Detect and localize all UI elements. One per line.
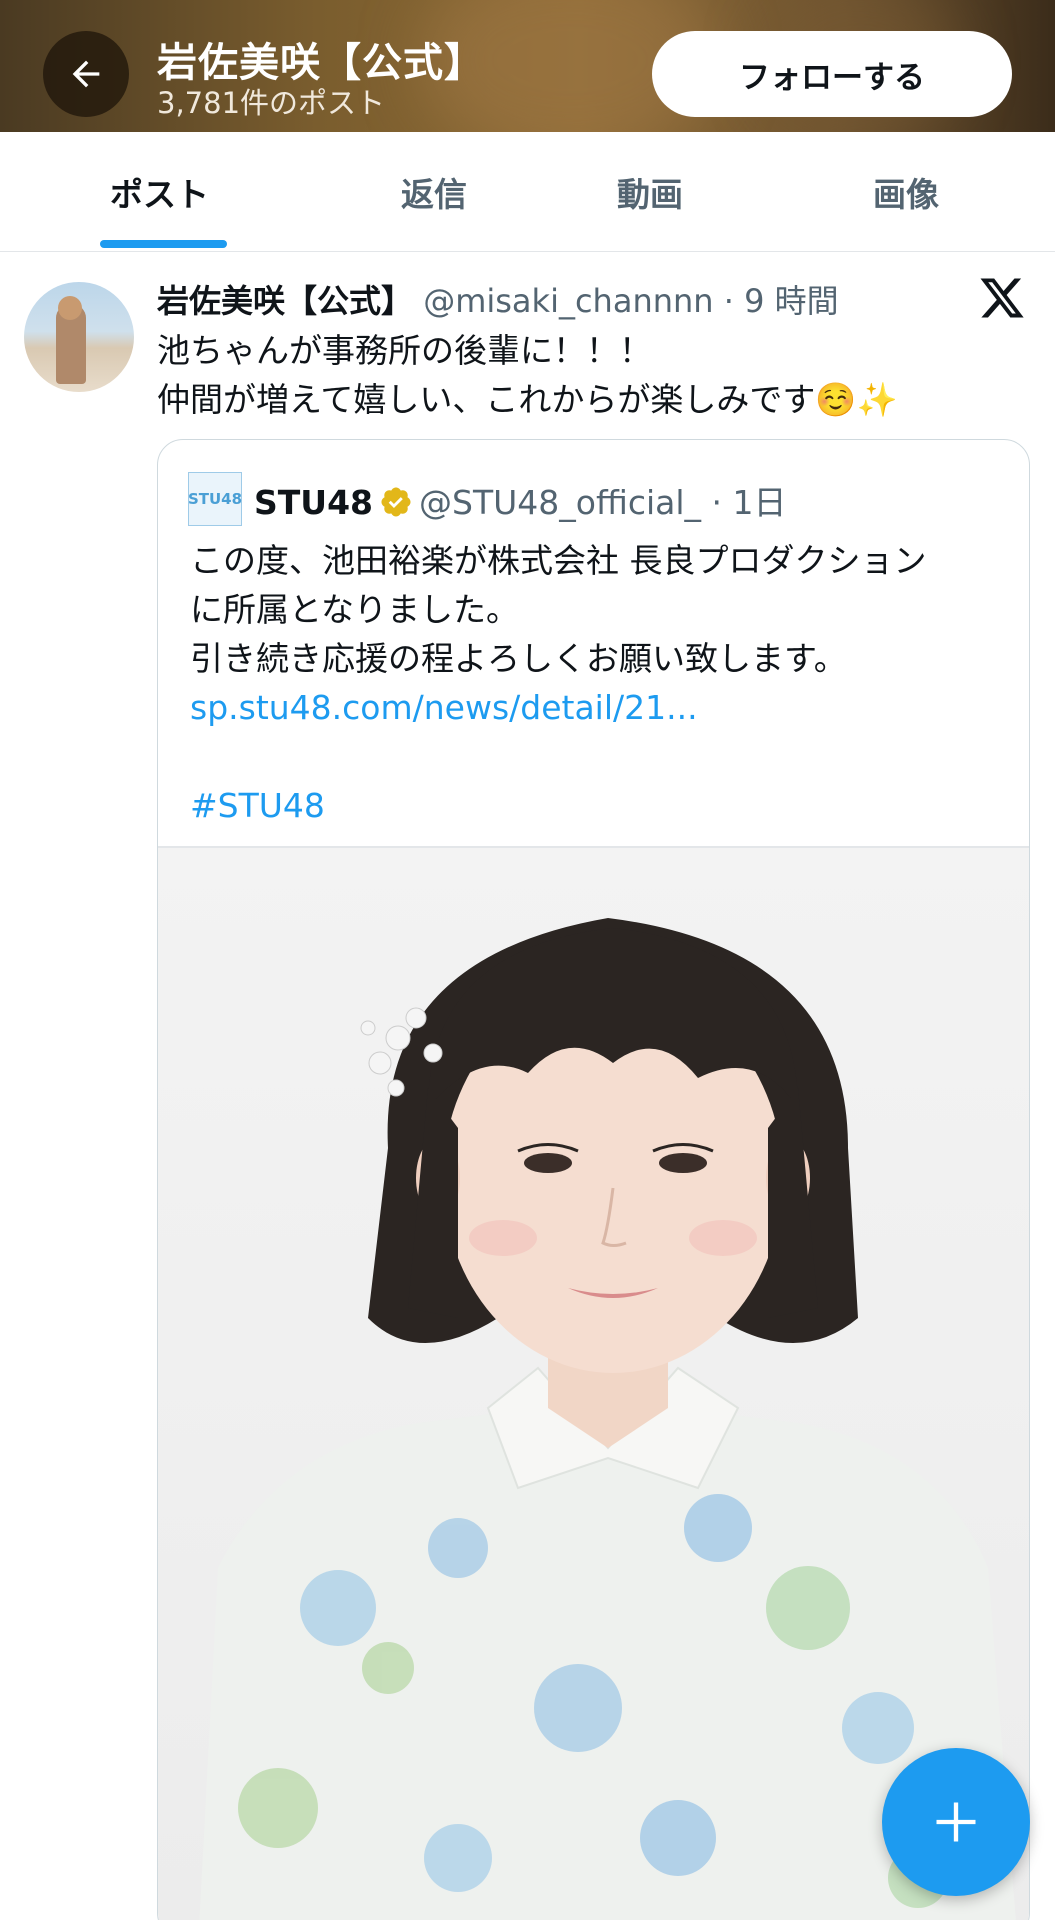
x-logo-icon: [980, 278, 1024, 318]
tab-posts[interactable]: ポスト: [110, 132, 209, 252]
back-button[interactable]: [43, 31, 129, 117]
profile-header: 岩佐美咲【公式】 3,781件のポスト フォローする: [0, 0, 1055, 132]
profile-tabs: ポスト 返信 動画 画像: [0, 132, 1055, 252]
quoted-post-photo[interactable]: [158, 848, 1029, 1920]
quoted-post-text: この度、池田裕楽が株式会社 長良プロダクション に所属となりました。 引き続き応…: [190, 536, 927, 830]
avatar[interactable]: [24, 282, 134, 392]
quoted-text-line: に所属となりました。: [190, 590, 520, 629]
quoted-text-line: この度、池田裕楽が株式会社 長良プロダクション: [190, 541, 927, 580]
post-author-name[interactable]: 岩佐美咲【公式】: [157, 282, 413, 320]
quoted-text-line: 引き続き応援の程よろしくお願い致します。: [190, 639, 847, 678]
quoted-link[interactable]: sp.stu48.com/news/detail/21...: [190, 683, 927, 732]
post-handle[interactable]: @misaki_channnn: [423, 282, 713, 320]
post-text-line: 仲間が増えて嬉しい、これからが楽しみです☺️✨: [157, 380, 898, 419]
tab-videos[interactable]: 動画: [617, 132, 683, 252]
quoted-hashtag[interactable]: #STU48: [190, 781, 927, 830]
arrow-left-icon: [72, 60, 100, 88]
post-time[interactable]: · 9 時間: [724, 282, 839, 320]
post-header: 岩佐美咲【公式】 @misaki_channnn · 9 時間: [157, 276, 839, 322]
stu48-avatar[interactable]: STU48: [188, 472, 242, 526]
verified-badge-icon: [381, 487, 411, 517]
post-count: 3,781件のポスト: [157, 86, 386, 120]
avatar-figure-head: [58, 296, 82, 320]
quoted-author-name: STU48: [254, 483, 373, 522]
stu48-logo-text: STU48: [187, 490, 243, 508]
post-text: 池ちゃんが事務所の後輩に！！！ 仲間が増えて嬉しい、これからが楽しみです☺️✨: [157, 326, 898, 424]
post-text-line: 池ちゃんが事務所の後輩に！！！: [157, 331, 652, 370]
compose-button[interactable]: [882, 1748, 1030, 1896]
tab-replies[interactable]: 返信: [401, 132, 467, 252]
quoted-post-card[interactable]: STU48 STU48 @STU48_official_ · 1日 この度、池田裕…: [157, 439, 1030, 1920]
quoted-time: · 1日: [711, 483, 787, 522]
portrait-illustration: [199, 918, 1016, 1920]
plus-icon: [936, 1802, 976, 1842]
follow-button[interactable]: フォローする: [652, 31, 1012, 117]
tab-images[interactable]: 画像: [873, 132, 939, 252]
quoted-post-header: STU48 @STU48_official_ · 1日: [254, 476, 787, 524]
active-tab-indicator: [100, 240, 227, 248]
quoted-handle: @STU48_official_: [419, 483, 702, 522]
